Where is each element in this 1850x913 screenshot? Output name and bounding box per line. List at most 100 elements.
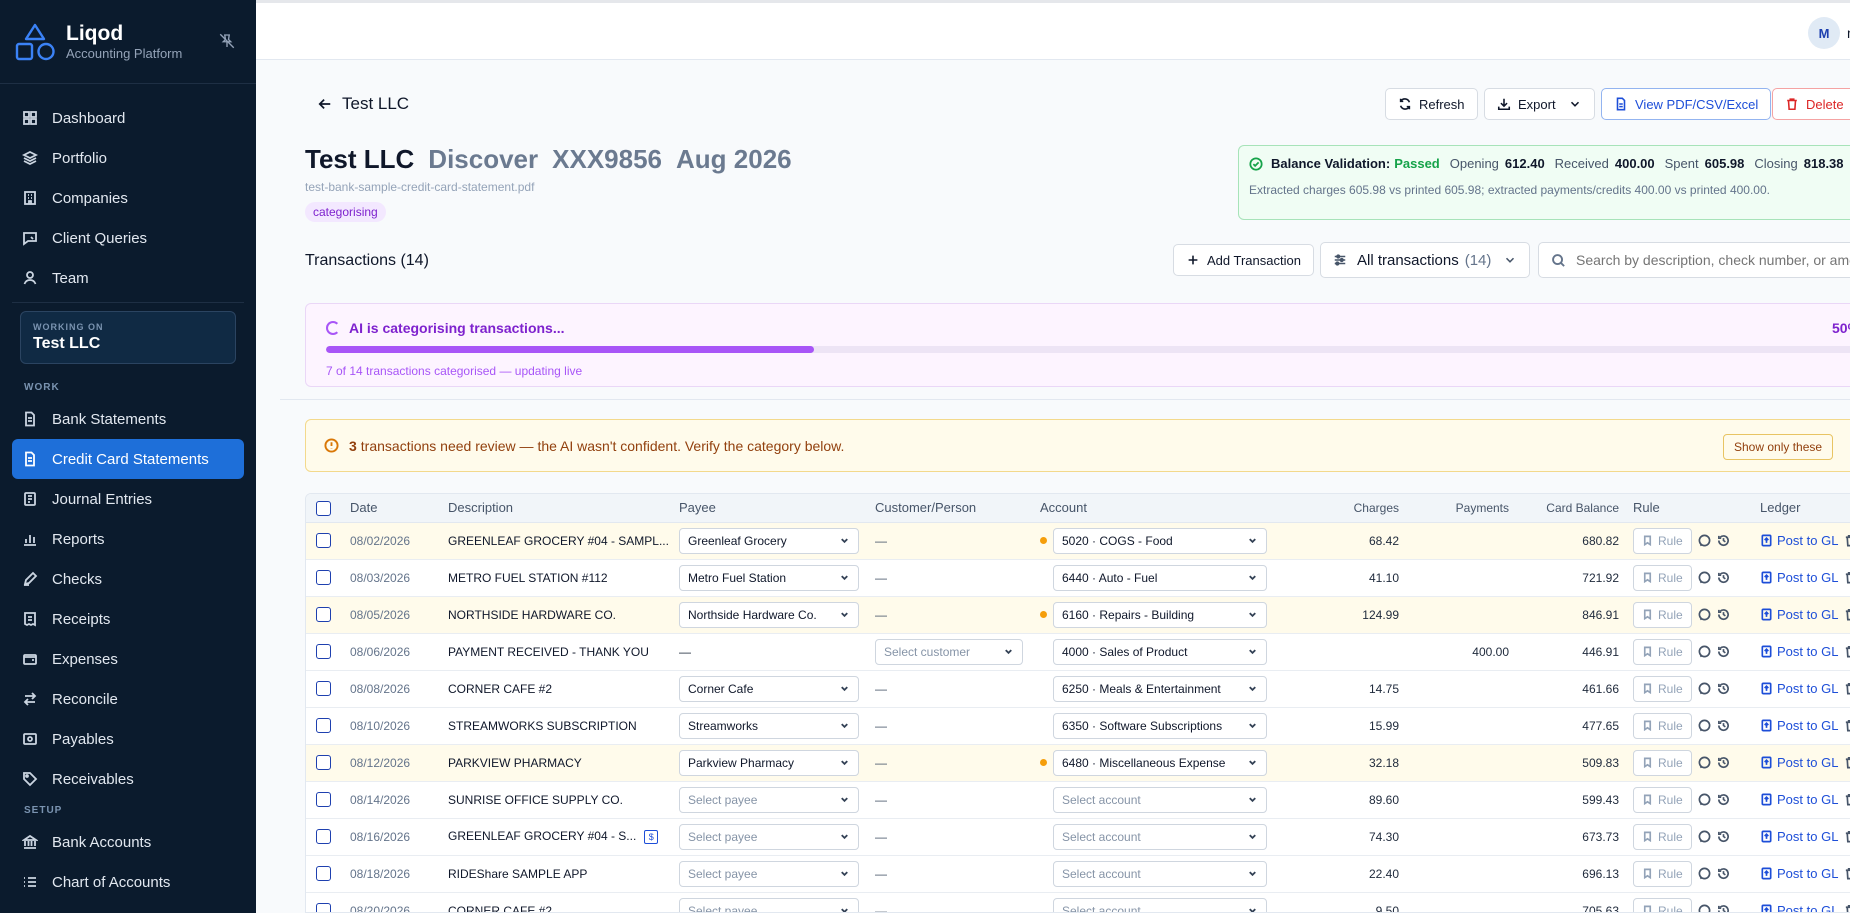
- account-select[interactable]: Select account: [1053, 823, 1267, 850]
- rule-button[interactable]: Rule: [1633, 527, 1692, 554]
- header-charges[interactable]: Charges: [1305, 494, 1413, 523]
- post-to-gl-button[interactable]: Post to GL: [1760, 866, 1838, 881]
- account-select[interactable]: Select account: [1053, 786, 1267, 813]
- trash-icon[interactable]: [1844, 830, 1850, 843]
- comment-icon[interactable]: [1698, 571, 1711, 584]
- history-icon[interactable]: [1717, 682, 1730, 695]
- rule-button[interactable]: Rule: [1633, 897, 1692, 912]
- rule-button[interactable]: Rule: [1633, 786, 1692, 813]
- customer-select[interactable]: Select customer: [875, 638, 1023, 665]
- row-checkbox[interactable]: [316, 533, 331, 549]
- export-button[interactable]: Export: [1484, 88, 1595, 120]
- unpin-icon[interactable]: [218, 32, 236, 50]
- trash-icon[interactable]: [1844, 867, 1850, 880]
- history-icon[interactable]: [1717, 571, 1730, 584]
- row-checkbox[interactable]: [316, 607, 331, 623]
- header-account[interactable]: Account: [1040, 494, 1305, 523]
- payee-select[interactable]: Parkview Pharmacy: [679, 749, 859, 776]
- post-to-gl-button[interactable]: Post to GL: [1760, 607, 1838, 622]
- comment-icon[interactable]: [1698, 608, 1711, 621]
- account-select[interactable]: 4000 · Sales of Product: [1053, 638, 1267, 665]
- sidebar-item-bank-accounts[interactable]: Bank Accounts: [0, 822, 256, 862]
- rule-button[interactable]: Rule: [1633, 675, 1692, 702]
- view-pdf-button[interactable]: View PDF/CSV/Excel: [1601, 88, 1772, 120]
- post-to-gl-button[interactable]: Post to GL: [1760, 644, 1838, 659]
- sidebar-item-receipts[interactable]: Receipts: [0, 599, 256, 639]
- back-link[interactable]: Test LLC: [318, 94, 409, 114]
- row-checkbox[interactable]: [316, 718, 331, 734]
- rule-button[interactable]: Rule: [1633, 860, 1692, 887]
- comment-icon[interactable]: [1698, 645, 1711, 658]
- payee-select[interactable]: Select payee: [679, 786, 859, 813]
- sidebar-item-reconcile[interactable]: Reconcile: [0, 679, 256, 719]
- account-select[interactable]: 6480 · Miscellaneous Expense: [1053, 749, 1267, 776]
- history-icon[interactable]: [1717, 756, 1730, 769]
- sidebar-item-expenses[interactable]: Expenses: [0, 639, 256, 679]
- rule-button[interactable]: Rule: [1633, 823, 1692, 850]
- row-checkbox[interactable]: [316, 681, 331, 697]
- rule-button[interactable]: Rule: [1633, 601, 1692, 628]
- header-date[interactable]: Date: [350, 494, 448, 523]
- history-icon[interactable]: [1717, 534, 1730, 547]
- header-description[interactable]: Description: [448, 494, 679, 523]
- trash-icon[interactable]: [1844, 608, 1850, 621]
- table-row[interactable]: 08/03/2026 METRO FUEL STATION #112 Metro F…: [306, 559, 1850, 597]
- row-checkbox[interactable]: [316, 829, 331, 845]
- row-checkbox[interactable]: [316, 866, 331, 882]
- account-select[interactable]: Select account: [1053, 897, 1267, 912]
- payee-select[interactable]: Northside Hardware Co.: [679, 601, 859, 628]
- payee-select[interactable]: Select payee: [679, 823, 859, 850]
- row-checkbox[interactable]: [316, 644, 331, 660]
- table-row[interactable]: 08/05/2026 NORTHSIDE HARDWARE CO. Northsid…: [306, 596, 1850, 634]
- receipt-attached-icon[interactable]: $: [644, 829, 659, 844]
- trash-icon[interactable]: [1844, 645, 1850, 658]
- rule-button[interactable]: Rule: [1633, 749, 1692, 776]
- post-to-gl-button[interactable]: Post to GL: [1760, 829, 1838, 844]
- post-to-gl-button[interactable]: Post to GL: [1760, 570, 1838, 585]
- payee-select[interactable]: Greenleaf Grocery: [679, 527, 859, 554]
- sidebar-item-dashboard[interactable]: Dashboard: [0, 98, 256, 138]
- comment-icon[interactable]: [1698, 756, 1711, 769]
- table-row[interactable]: 08/08/2026 CORNER CAFE #2 Corner Cafe — 6250…: [306, 670, 1850, 708]
- sidebar-item-payables[interactable]: Payables: [0, 719, 256, 759]
- row-checkbox[interactable]: [316, 570, 331, 586]
- delete-button[interactable]: Delete: [1772, 88, 1850, 120]
- header-payments[interactable]: Payments: [1413, 494, 1523, 523]
- trash-icon[interactable]: [1844, 534, 1850, 547]
- header-payee[interactable]: Payee: [679, 494, 875, 523]
- sidebar-item-portfolio[interactable]: Portfolio: [0, 138, 256, 178]
- trash-icon[interactable]: [1844, 756, 1850, 769]
- account-select[interactable]: 6160 · Repairs - Building: [1053, 601, 1267, 628]
- sidebar-item-journal-entries[interactable]: Journal Entries: [0, 479, 256, 519]
- sidebar-item-bank-statements[interactable]: Bank Statements: [0, 399, 256, 439]
- comment-icon[interactable]: [1698, 904, 1711, 913]
- sidebar-item-reports[interactable]: Reports: [0, 519, 256, 559]
- add-transaction-button[interactable]: Add Transaction: [1173, 244, 1314, 276]
- rule-button[interactable]: Rule: [1633, 564, 1692, 591]
- header-card-balance[interactable]: Card Balance: [1523, 494, 1633, 523]
- history-icon[interactable]: [1717, 608, 1730, 621]
- sidebar-item-checks[interactable]: Checks: [0, 559, 256, 599]
- history-icon[interactable]: [1717, 645, 1730, 658]
- post-to-gl-button[interactable]: Post to GL: [1760, 755, 1838, 770]
- post-to-gl-button[interactable]: Post to GL: [1760, 533, 1838, 548]
- history-icon[interactable]: [1717, 719, 1730, 732]
- trash-icon[interactable]: [1844, 571, 1850, 584]
- account-select[interactable]: Select account: [1053, 860, 1267, 887]
- sidebar-item-credit-card-statements[interactable]: Credit Card Statements: [12, 439, 244, 479]
- transaction-filter-select[interactable]: All transactions (14): [1320, 242, 1531, 278]
- history-icon[interactable]: [1717, 867, 1730, 880]
- post-to-gl-button[interactable]: Post to GL: [1760, 681, 1838, 696]
- post-to-gl-button[interactable]: Post to GL: [1760, 792, 1838, 807]
- trash-icon[interactable]: [1844, 793, 1850, 806]
- avatar[interactable]: M: [1808, 17, 1840, 49]
- rule-button[interactable]: Rule: [1633, 638, 1692, 665]
- rule-button[interactable]: Rule: [1633, 712, 1692, 739]
- table-row[interactable]: 08/12/2026 PARKVIEW PHARMACY Parkview Phar…: [306, 744, 1850, 782]
- account-select[interactable]: 5020 · COGS - Food: [1053, 527, 1267, 554]
- show-only-these-button[interactable]: Show only these: [1723, 434, 1834, 460]
- comment-icon[interactable]: [1698, 867, 1711, 880]
- comment-icon[interactable]: [1698, 793, 1711, 806]
- account-select[interactable]: 6440 · Auto - Fuel: [1053, 564, 1267, 591]
- payee-select[interactable]: Select payee: [679, 897, 859, 912]
